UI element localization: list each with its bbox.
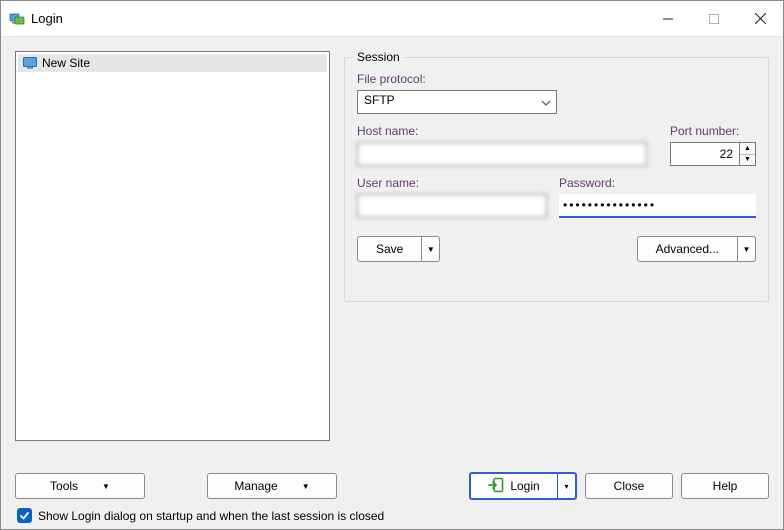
save-button[interactable]: Save ▼ xyxy=(357,236,440,262)
protocol-label: File protocol: xyxy=(357,72,756,86)
session-legend: Session xyxy=(353,50,404,64)
site-item-label: New Site xyxy=(42,56,90,70)
login-icon xyxy=(488,477,504,496)
username-input[interactable] xyxy=(357,194,547,218)
spin-down-icon[interactable]: ▼ xyxy=(740,154,755,166)
bottom-button-row: Tools ▼ Manage ▼ Login ▾ xyxy=(15,472,769,500)
port-spinner[interactable]: ▲ ▼ xyxy=(740,142,756,166)
site-item[interactable]: New Site xyxy=(18,54,327,72)
startup-checkbox-row[interactable]: Show Login dialog on startup and when th… xyxy=(15,508,769,523)
login-dialog: Login xyxy=(0,0,784,530)
advanced-button[interactable]: Advanced... ▼ xyxy=(637,236,756,262)
spin-up-icon[interactable]: ▲ xyxy=(740,143,755,154)
host-label: Host name: xyxy=(357,124,647,138)
startup-checkbox-label: Show Login dialog on startup and when th… xyxy=(38,509,384,523)
password-label: Password: xyxy=(559,176,756,190)
title-bar: Login xyxy=(1,1,783,37)
manage-button[interactable]: Manage ▼ xyxy=(207,473,337,499)
sites-tree[interactable]: New Site xyxy=(15,51,330,441)
password-input[interactable] xyxy=(559,194,756,218)
session-group: Session File protocol: SFTP Host name: xyxy=(344,57,769,302)
tools-button[interactable]: Tools ▼ xyxy=(15,473,145,499)
protocol-select[interactable]: SFTP xyxy=(357,90,557,114)
port-input[interactable] xyxy=(670,142,740,166)
protocol-value: SFTP xyxy=(357,90,557,114)
checkbox-checked-icon[interactable] xyxy=(17,508,32,523)
caret-down-icon[interactable]: ▼ xyxy=(737,237,755,261)
computer-icon xyxy=(22,55,38,71)
caret-down-icon: ▼ xyxy=(302,482,310,491)
dialog-content: New Site Session File protocol: SFTP xyxy=(1,37,783,529)
host-input[interactable] xyxy=(357,142,647,166)
help-button[interactable]: Help xyxy=(681,473,769,499)
caret-down-icon[interactable]: ▾ xyxy=(557,474,575,498)
caret-down-icon: ▼ xyxy=(102,482,110,491)
login-button[interactable]: Login ▾ xyxy=(469,472,577,500)
username-label: User name: xyxy=(357,176,547,190)
close-window-button[interactable] xyxy=(737,1,783,36)
minimize-button[interactable] xyxy=(645,1,691,36)
window-title: Login xyxy=(31,11,645,26)
app-icon xyxy=(9,11,25,27)
maximize-button xyxy=(691,1,737,36)
close-button[interactable]: Close xyxy=(585,473,673,499)
port-label: Port number: xyxy=(670,124,756,138)
caret-down-icon[interactable]: ▼ xyxy=(421,237,439,261)
